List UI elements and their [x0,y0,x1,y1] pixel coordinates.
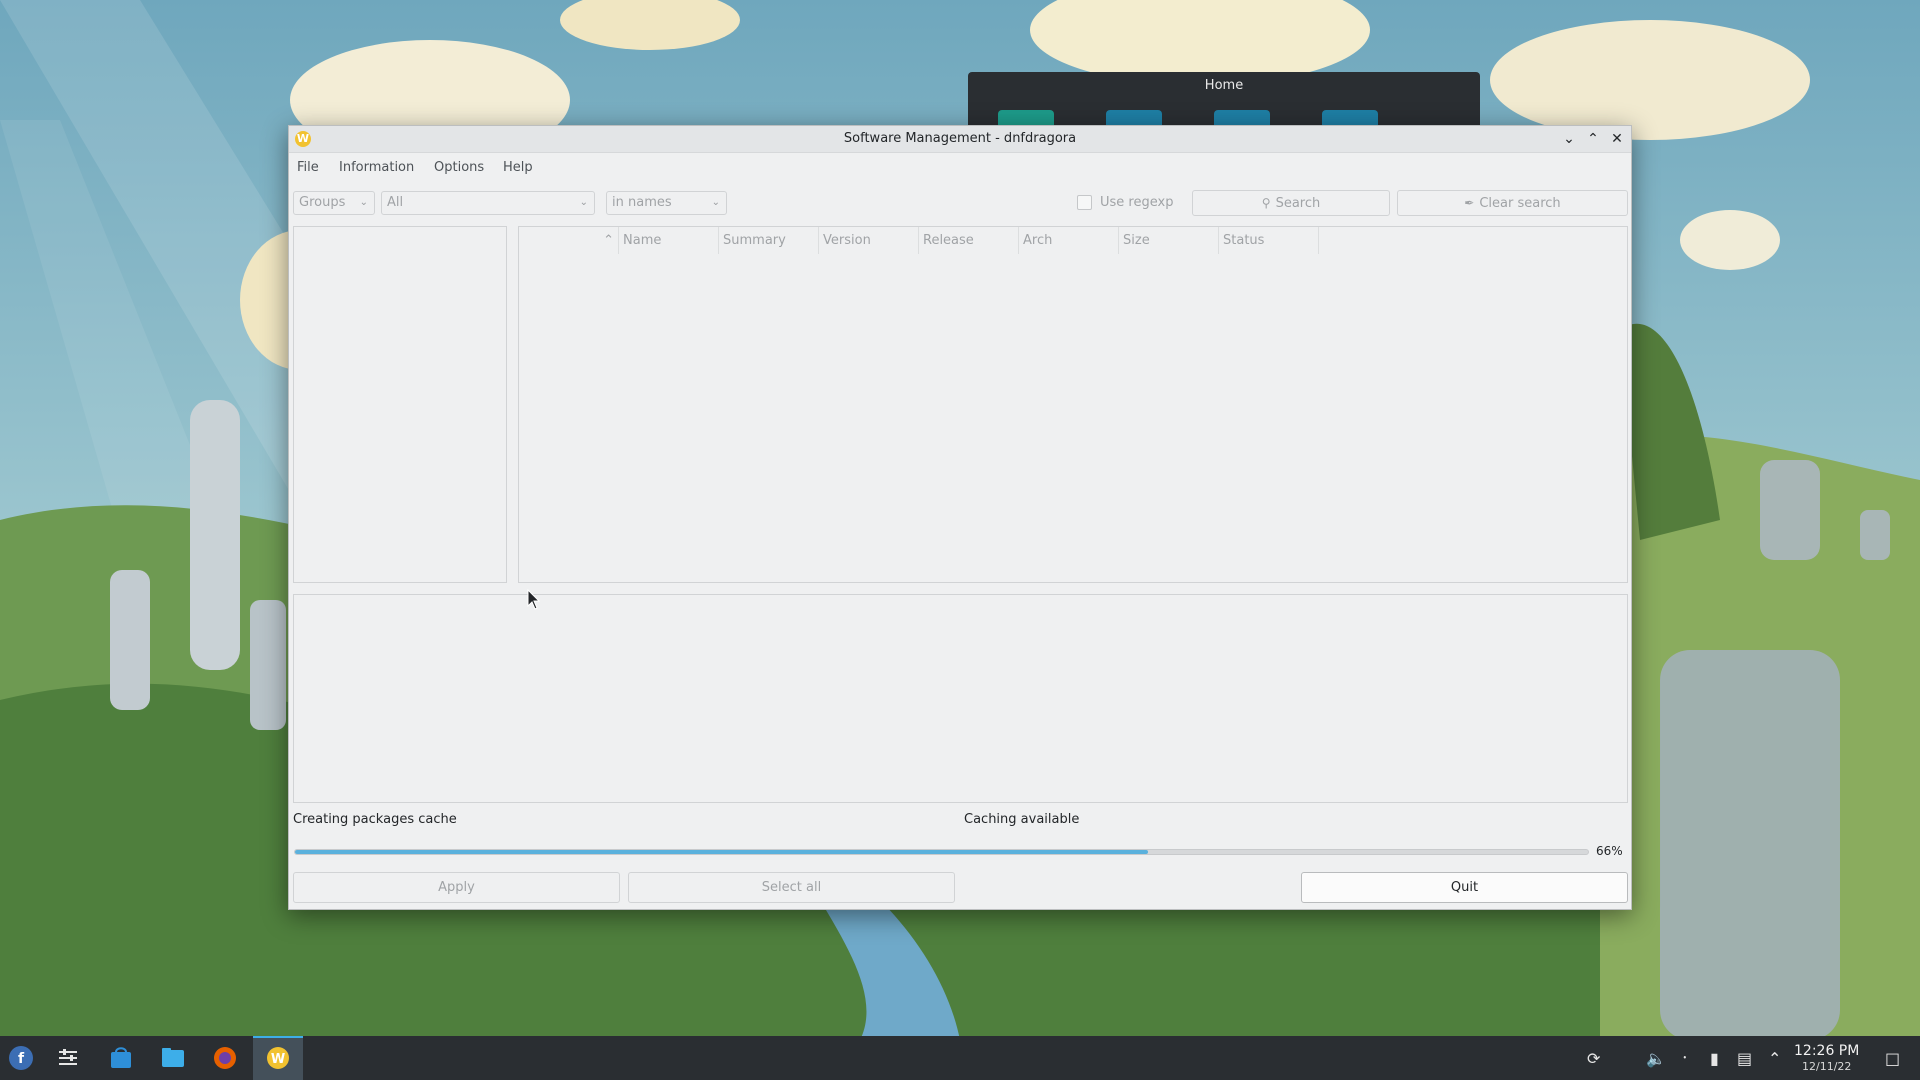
window-titlebar[interactable]: W Software Management - dnfdragora ⌄ ⌃ ✕ [289,126,1631,153]
minimize-icon[interactable]: ⌄ [1559,129,1579,149]
chevron-down-icon: ⌄ [579,197,588,208]
use-regexp-checkbox[interactable] [1077,195,1092,210]
sort-ascending-icon: ⌃ [603,233,614,248]
search-button[interactable]: ⚲ Search [1192,190,1390,216]
groups-tree[interactable] [293,226,507,583]
cache-status-text: Caching available [964,812,1080,827]
clear-search-button[interactable]: ✒ Clear search [1397,190,1628,216]
filter-combo-value: All [387,195,404,210]
column-header-status[interactable]: Status [1219,227,1319,254]
menu-file[interactable]: File [297,160,319,175]
package-table[interactable]: ⌃ Name Summary Version Release Arch Size… [518,226,1628,583]
menu-bar: File Information Options Help [289,153,1631,183]
column-header-arch[interactable]: Arch [1019,227,1119,254]
menu-options[interactable]: Options [434,160,484,175]
file-manager-icon[interactable] [158,1044,188,1072]
tray-expand-icon[interactable]: ⌃ [1768,1049,1781,1068]
svg-text:f: f [18,1051,25,1067]
column-select[interactable]: ⌃ [519,227,619,254]
column-header-release[interactable]: Release [919,227,1019,254]
search-icon: ⚲ [1261,196,1271,210]
column-header-size[interactable]: Size [1119,227,1219,254]
mouse-cursor-icon [527,589,541,610]
clock-time[interactable]: 12:26 PM [1794,1043,1859,1059]
broom-icon: ✒ [1464,196,1475,210]
system-settings-icon[interactable] [53,1044,83,1072]
discover-store-icon[interactable] [106,1044,136,1072]
progress-bar-fill [295,850,1149,854]
clock-date[interactable]: 12/11/22 [1802,1060,1851,1073]
home-window-title: Home [1204,78,1244,93]
chevron-down-icon: ⌄ [359,197,368,208]
column-header-version[interactable]: Version [819,227,919,254]
apply-button[interactable]: Apply [293,872,620,903]
status-text: Creating packages cache [293,812,457,827]
bluetooth-icon[interactable]: ᛫ [1680,1049,1690,1068]
search-button-label: Search [1275,196,1321,211]
filter-combo[interactable]: All ⌄ [381,191,595,215]
svg-text:W: W [271,1052,285,1067]
menu-help[interactable]: Help [503,160,533,175]
removable-device-icon[interactable]: ▮ [1710,1049,1719,1068]
column-header-name[interactable]: Name [619,227,719,254]
progress-percent: 66% [1596,844,1623,858]
firefox-icon[interactable] [210,1044,240,1072]
show-desktop-icon[interactable]: □ [1885,1049,1900,1068]
dnfdragora-task-icon[interactable]: W [263,1044,293,1072]
window-title: Software Management - dnfdragora [843,131,1077,146]
close-icon[interactable]: ✕ [1607,129,1627,149]
volume-icon[interactable]: 🔈 [1646,1049,1666,1068]
quit-button[interactable]: Quit [1301,872,1628,903]
network-icon[interactable]: ▤ [1737,1049,1752,1068]
column-header-summary[interactable]: Summary [719,227,819,254]
use-regexp-label[interactable]: Use regexp [1100,195,1173,210]
chevron-down-icon: ⌄ [711,197,720,208]
view-combo-value: Groups [299,195,346,210]
taskbar: f W ⟳ 🔈 ᛫ ▮ ▤ ⌃ 12:26 PM 12/11/22 □ [0,1036,1920,1080]
package-info-panel[interactable] [293,594,1628,803]
select-all-button[interactable]: Select all [628,872,955,903]
view-combo[interactable]: Groups ⌄ [293,191,375,215]
maximize-icon[interactable]: ⌃ [1583,129,1603,149]
search-scope-value: in names [612,195,672,210]
search-scope-combo[interactable]: in names ⌄ [606,191,727,215]
progress-bar [294,849,1589,855]
table-header: ⌃ Name Summary Version Release Arch Size… [519,227,1627,254]
network-share-icon[interactable]: ⟳ [1587,1049,1600,1068]
dnfdragora-window: W Software Management - dnfdragora ⌄ ⌃ ✕… [288,125,1632,910]
home-window[interactable]: Home [968,72,1480,132]
menu-information[interactable]: Information [339,160,414,175]
clear-search-label: Clear search [1479,196,1561,211]
fedora-launcher-icon[interactable]: f [6,1044,36,1072]
